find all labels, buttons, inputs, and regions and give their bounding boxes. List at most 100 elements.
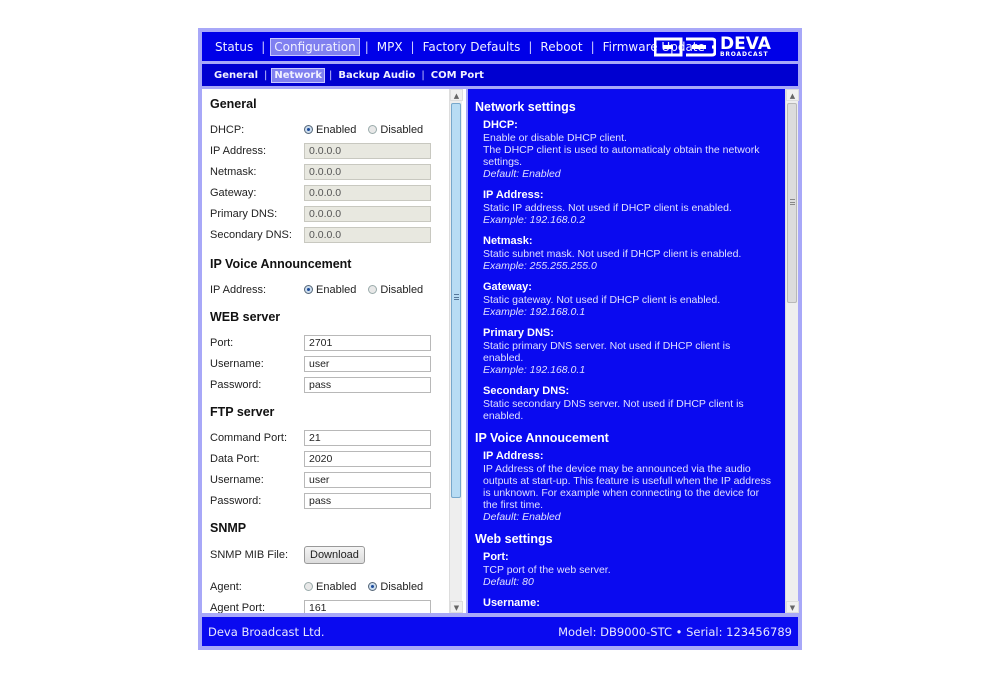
ip-address-row: IP Address: <box>210 140 466 161</box>
gateway-input[interactable] <box>304 184 431 201</box>
help-gateway-example: Example: 192.168.0.1 <box>483 306 586 318</box>
primary-dns-row: Primary DNS: <box>210 203 466 224</box>
section-title-ftp: FTP server <box>210 405 275 419</box>
logo-brand: DEVA <box>720 33 771 54</box>
footer-company: Deva Broadcast Ltd. <box>208 624 325 639</box>
subnav-separator: | <box>329 69 333 81</box>
subnav-com-port[interactable]: COM Port <box>429 69 486 82</box>
form-scrollbar[interactable]: ▲ ▼ <box>449 89 463 613</box>
ip-voice-disabled-radio[interactable]: Disabled <box>368 284 423 296</box>
ftp-command-port-input[interactable] <box>304 429 431 446</box>
agent-enabled-radio[interactable]: Enabled <box>304 581 356 593</box>
agent-port-row: Agent Port: <box>210 597 466 613</box>
sub-nav: General | Network | Backup Audio | COM P… <box>202 64 798 86</box>
help-web-port-default: Default: 80 <box>483 576 534 588</box>
netmask-label: Netmask: <box>210 165 257 178</box>
dhcp-disabled-radio[interactable]: Disabled <box>368 124 423 136</box>
scroll-down-icon[interactable]: ▼ <box>450 601 463 613</box>
nav-separator: | <box>528 39 533 54</box>
ip-voice-label: IP Address: <box>210 283 267 296</box>
help-dhcp-line2: The DHCP client is used to automaticaly … <box>483 144 760 168</box>
radio-label: Enabled <box>316 580 357 593</box>
help-dhcp: DHCP: Enable or disable DHCP client. The… <box>475 119 785 180</box>
help-web-title: Web settings <box>475 532 553 546</box>
web-port-input[interactable] <box>304 334 431 351</box>
radio-unchecked-icon <box>368 125 378 134</box>
web-password-input[interactable] <box>304 376 431 393</box>
subnav-general[interactable]: General <box>212 69 260 82</box>
web-username-row: Username: <box>210 353 466 374</box>
radio-label: Enabled <box>316 123 357 136</box>
dhcp-row: DHCP: Enabled Disabled <box>210 119 466 140</box>
help-web-user-title: Username: <box>483 597 540 609</box>
dhcp-enabled-radio[interactable]: Enabled <box>304 124 356 136</box>
help-gateway: Gateway: Static gateway. Not used if DHC… <box>475 281 785 318</box>
help-voice-ip-title: IP Address: <box>483 450 544 462</box>
help-netmask-example: Example: 255.255.255.0 <box>483 260 597 272</box>
scroll-up-icon[interactable]: ▲ <box>786 89 799 101</box>
agent-disabled-radio[interactable]: Disabled <box>368 581 423 593</box>
nav-configuration[interactable]: Configuration <box>270 37 360 56</box>
ftp-username-input[interactable] <box>304 471 431 488</box>
primary-dns-input[interactable] <box>304 205 431 222</box>
scroll-up-icon[interactable]: ▲ <box>450 89 463 101</box>
nav-reboot[interactable]: Reboot <box>537 39 585 55</box>
help-pdns-title: Primary DNS: <box>483 327 554 339</box>
settings-form-panel: General DHCP: Enabled Disabled IP Addres… <box>202 89 466 613</box>
subnav-network[interactable]: Network <box>271 67 325 83</box>
help-pdns-example: Example: 192.168.0.1 <box>483 364 586 376</box>
scroll-thumb[interactable] <box>787 103 797 303</box>
download-mib-button[interactable]: Download <box>304 546 365 564</box>
scroll-down-icon[interactable]: ▼ <box>786 601 799 613</box>
web-username-input[interactable] <box>304 355 431 372</box>
section-title-web: WEB server <box>210 310 281 324</box>
netmask-row: Netmask: <box>210 161 466 182</box>
agent-port-label: Agent Port: <box>210 601 266 614</box>
help-pdns-text: Static primary DNS server. Not used if D… <box>483 340 731 364</box>
ftp-data-port-row: Data Port: <box>210 448 466 469</box>
db-logo-icon <box>654 37 716 57</box>
help-web-port-text: TCP port of the web server. <box>483 564 611 576</box>
ftp-command-port-label: Command Port: <box>210 431 288 444</box>
radio-label: Disabled <box>380 580 424 593</box>
help-netmask-title: Netmask: <box>483 235 533 247</box>
agent-port-input[interactable] <box>304 599 431 613</box>
help-scrollbar[interactable]: ▲ ▼ <box>785 89 799 613</box>
help-dhcp-line1: Enable or disable DHCP client. <box>483 132 627 144</box>
grip-icon <box>790 199 795 205</box>
ip-address-input[interactable] <box>304 142 431 159</box>
help-netmask: Netmask: Static subnet mask. Not used if… <box>475 235 785 272</box>
footer-model-serial: Model: DB9000-STC • Serial: 123456789 <box>558 624 792 639</box>
ftp-username-row: Username: <box>210 469 466 490</box>
ip-voice-enabled-radio[interactable]: Enabled <box>304 284 356 296</box>
help-gateway-text: Static gateway. Not used if DHCP client … <box>483 294 721 306</box>
radio-checked-icon <box>368 582 378 591</box>
ip-voice-row: IP Address: Enabled Disabled <box>210 279 466 300</box>
subnav-backup-audio[interactable]: Backup Audio <box>336 69 417 82</box>
netmask-input[interactable] <box>304 163 431 180</box>
snmp-mib-row: SNMP MIB File: Download <box>210 543 466 567</box>
web-username-label: Username: <box>210 357 264 370</box>
ftp-password-row: Password: <box>210 490 466 511</box>
nav-status[interactable]: Status <box>212 39 256 55</box>
help-dhcp-title: DHCP: <box>483 119 518 131</box>
radio-checked-icon <box>304 125 313 134</box>
ftp-password-label: Password: <box>210 494 262 507</box>
nav-separator: | <box>590 39 595 54</box>
nav-separator: | <box>364 39 369 54</box>
help-sdns-text: Static secondary DNS server. Not used if… <box>483 398 744 422</box>
web-password-row: Password: <box>210 374 466 395</box>
ftp-data-port-input[interactable] <box>304 450 431 467</box>
ftp-password-input[interactable] <box>304 492 431 509</box>
subnav-separator: | <box>421 69 425 81</box>
web-port-row: Port: <box>210 332 466 353</box>
web-password-label: Password: <box>210 378 262 391</box>
secondary-dns-input[interactable] <box>304 226 431 243</box>
section-title-snmp: SNMP <box>210 521 247 535</box>
radio-label: Disabled <box>380 283 424 296</box>
nav-factory-defaults[interactable]: Factory Defaults <box>420 39 524 55</box>
nav-mpx[interactable]: MPX <box>374 39 406 55</box>
section-title-ip-voice: IP Voice Announcement <box>210 257 352 271</box>
scroll-thumb[interactable] <box>451 103 461 498</box>
dhcp-label: DHCP: <box>210 123 245 136</box>
